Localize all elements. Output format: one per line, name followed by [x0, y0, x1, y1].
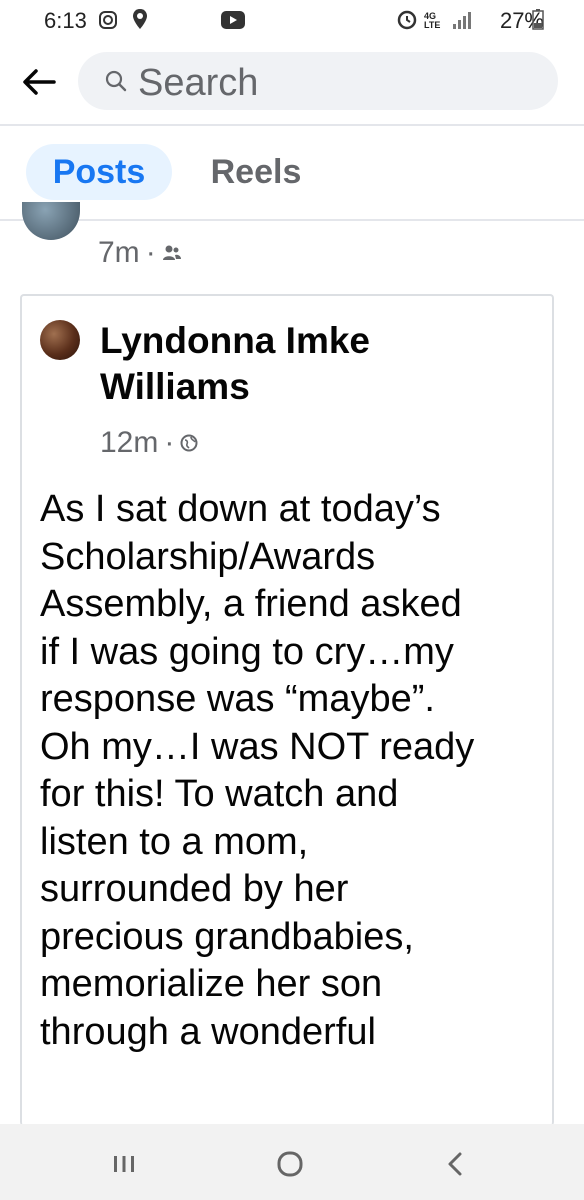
back-icon[interactable]: [436, 1144, 476, 1184]
status-bar: 6:13 4G LTE 27%: [0, 0, 584, 40]
back-arrow-icon[interactable]: [20, 62, 60, 102]
system-nav-bar: [0, 1124, 584, 1200]
post-card: Lyndonna Imke Williams 12m · As I sat do…: [20, 294, 554, 1126]
post-body-line: listen to a mom,: [40, 820, 309, 863]
post-body-line: response was “maybe”.: [40, 678, 435, 720]
search-header: Search: [0, 46, 584, 122]
search-icon: [105, 70, 127, 92]
globe-icon: [180, 434, 198, 452]
post-meta: 12m ·: [100, 426, 198, 460]
youtube-notification-icon: [221, 11, 245, 29]
post-author-name[interactable]: Lyndonna Imke Williams: [100, 318, 520, 410]
network-type: 4G LTE: [424, 11, 441, 30]
post-body-text: As I sat down at today’s Scholarship/Awa…: [40, 486, 545, 1056]
post-body-line: for this! To watch and: [40, 773, 399, 815]
instagram-notification-icon: [99, 11, 117, 29]
post-body-line: if I was going to cry…my: [40, 630, 454, 673]
alarm-icon: [397, 10, 417, 30]
battery-icon: [532, 9, 544, 30]
post-body-line: through a wonderful: [40, 1010, 376, 1053]
avatar[interactable]: [40, 320, 80, 360]
previous-post-avatar[interactable]: [22, 202, 80, 240]
previous-post-timestamp[interactable]: 7m: [98, 236, 140, 270]
signal-icon: [453, 12, 471, 29]
friends-icon: [162, 245, 181, 260]
home-icon[interactable]: [270, 1144, 310, 1184]
location-icon: [133, 9, 147, 29]
recent-apps-icon[interactable]: [104, 1144, 144, 1184]
meta-separator: ·: [145, 236, 156, 269]
post-body-line: precious grandbabies,: [40, 915, 414, 958]
post-body-line: Assembly, a friend asked: [40, 583, 462, 625]
tabs-divider: [0, 219, 584, 221]
post-body-line: Oh my…I was NOT ready: [40, 725, 475, 768]
filter-tabs: Posts Reels: [0, 126, 584, 220]
previous-post-meta: 7m ·: [98, 236, 182, 270]
post-body-line: As I sat down at today’s: [40, 488, 441, 530]
tab-posts[interactable]: Posts: [26, 144, 172, 200]
status-time: 6:13: [44, 8, 87, 33]
post-body-line: memorialize her son: [40, 963, 383, 1005]
post-body-line: Scholarship/Awards: [40, 535, 376, 578]
post-timestamp[interactable]: 12m: [100, 426, 158, 460]
post-body-line: surrounded by her: [40, 868, 349, 910]
search-placeholder: Search: [138, 62, 259, 104]
search-input[interactable]: Search: [78, 52, 558, 110]
meta-separator: ·: [164, 426, 175, 459]
tab-reels[interactable]: Reels: [194, 144, 318, 200]
